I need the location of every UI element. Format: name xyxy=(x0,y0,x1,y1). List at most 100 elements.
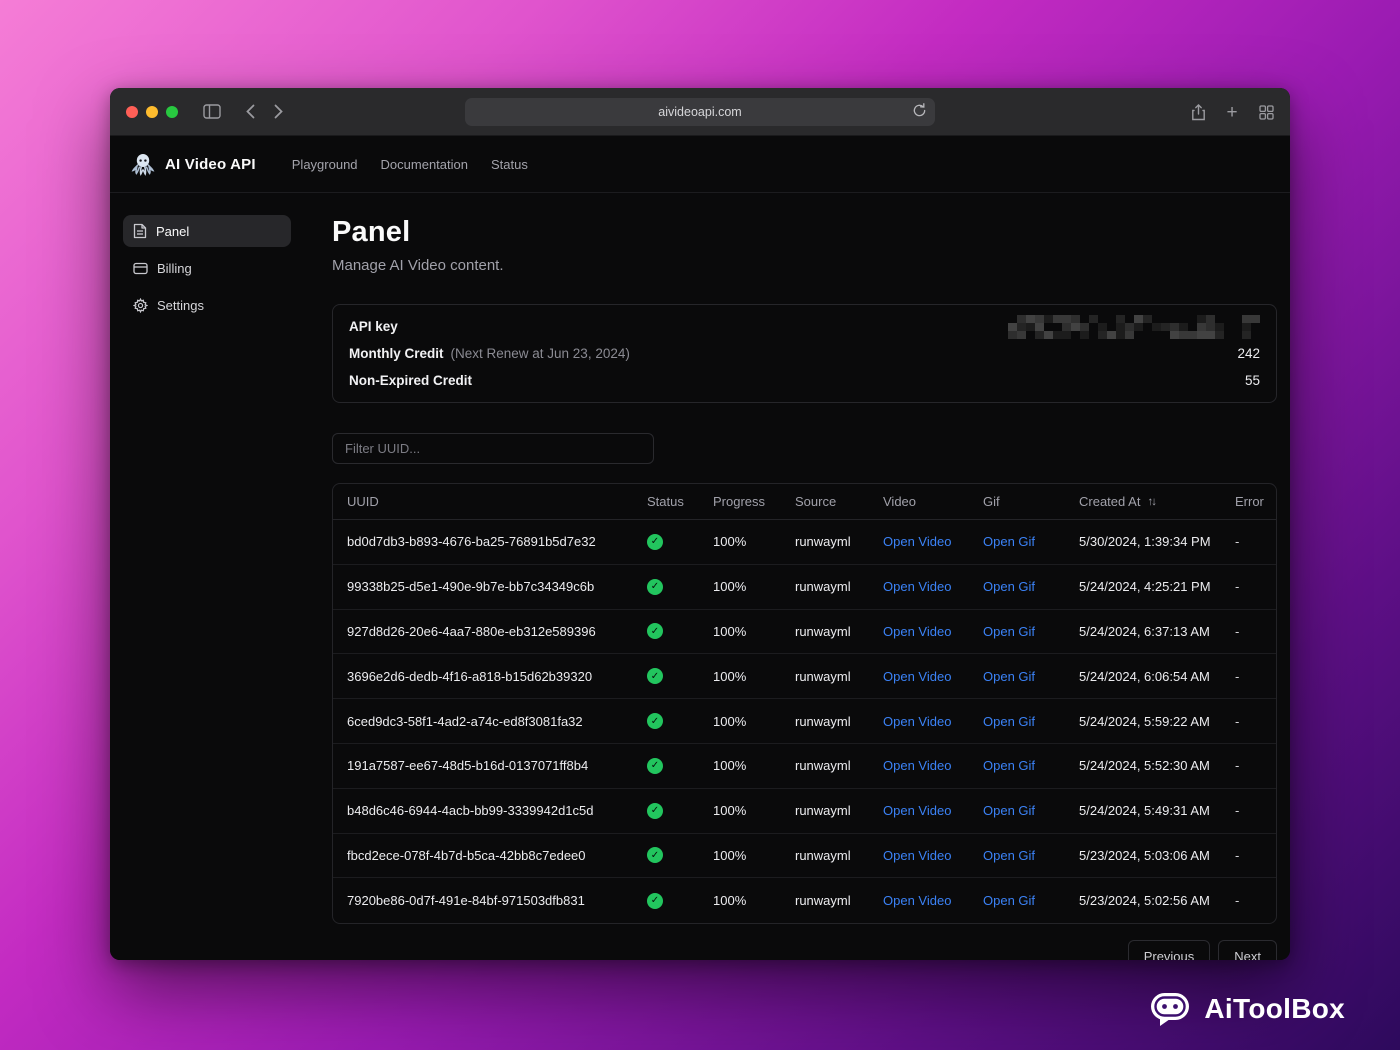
cell-uuid: b48d6c46-6944-4acb-bb99-3339942d1c5d xyxy=(347,803,594,819)
previous-page-button[interactable]: Previous xyxy=(1127,940,1211,960)
open-gif-link[interactable]: Open Gif xyxy=(983,579,1035,594)
cell-source: runwayml xyxy=(795,847,851,863)
cell-video: Open Video xyxy=(869,758,969,773)
cell-status: ✓ xyxy=(633,892,699,909)
share-icon[interactable] xyxy=(1184,98,1212,126)
cell-progress: 100% xyxy=(713,668,747,684)
sidebar: Panel Billing Settings xyxy=(110,193,332,960)
cell-progress: 100% xyxy=(713,534,747,550)
open-video-link[interactable]: Open Video xyxy=(883,534,951,549)
non-expired-credit-row: Non-Expired Credit 55 xyxy=(349,371,1260,390)
table-row: 99338b25-d5e1-490e-9b7e-bb7c34349c6b ✓ 1… xyxy=(333,565,1276,610)
nav-playground[interactable]: Playground xyxy=(292,157,358,172)
open-gif-link[interactable]: Open Gif xyxy=(983,758,1035,773)
col-header-gif: Gif xyxy=(983,494,1000,509)
success-check-icon: ✓ xyxy=(647,713,663,730)
api-key-row: API key xyxy=(349,314,1260,339)
non-expired-credit-label: Non-Expired Credit xyxy=(349,373,473,388)
col-header-uuid: UUID xyxy=(347,494,379,509)
cell-video: Open Video xyxy=(869,803,969,818)
cell-status: ✓ xyxy=(633,802,699,819)
cell-gif: Open Gif xyxy=(969,534,1065,549)
new-tab-icon[interactable]: + xyxy=(1218,98,1246,126)
page-subtitle: Manage AI Video content. xyxy=(332,257,504,274)
tab-overview-icon[interactable] xyxy=(1252,98,1280,126)
close-window-button[interactable] xyxy=(126,105,138,118)
cell-uuid: 3696e2d6-dedb-4f16-a818-b15d62b39320 xyxy=(347,668,593,684)
cell-created-at: 5/23/2024, 5:02:56 AM xyxy=(1079,893,1210,909)
cell-created-at: 5/30/2024, 1:39:34 PM xyxy=(1079,534,1211,550)
table-row: bd0d7db3-b893-4676-ba25-76891b5d7e32 ✓ 1… xyxy=(333,520,1276,565)
open-video-link[interactable]: Open Video xyxy=(883,803,951,818)
cell-gif: Open Gif xyxy=(969,579,1065,594)
table-row: 7920be86-0d7f-491e-84bf-971503dfb831 ✓ 1… xyxy=(333,878,1276,923)
credits-card: API key Monthly Credit (Next Renew at Ju… xyxy=(332,304,1277,403)
nav-documentation[interactable]: Documentation xyxy=(381,157,468,172)
nav-status[interactable]: Status xyxy=(491,157,528,172)
table-row: b48d6c46-6944-4acb-bb99-3339942d1c5d ✓ 1… xyxy=(333,789,1276,834)
cell-status: ✓ xyxy=(633,668,699,685)
cell-created-at: 5/24/2024, 6:06:54 AM xyxy=(1079,668,1210,684)
cell-status: ✓ xyxy=(633,578,699,595)
cell-gif: Open Gif xyxy=(969,624,1065,639)
open-gif-link[interactable]: Open Gif xyxy=(983,534,1035,549)
open-gif-link[interactable]: Open Gif xyxy=(983,624,1035,639)
robot-chat-icon xyxy=(1149,991,1191,1027)
sidebar-item-label: Panel xyxy=(156,223,190,239)
cell-status: ✓ xyxy=(633,623,699,640)
sort-icon[interactable]: ↑↓ xyxy=(1147,496,1156,508)
cell-created-at: 5/24/2024, 5:49:31 AM xyxy=(1079,803,1210,819)
open-video-link[interactable]: Open Video xyxy=(883,758,951,773)
filter-uuid-input[interactable] xyxy=(332,433,654,464)
api-key-redacted xyxy=(1008,314,1260,339)
cell-source: runwayml xyxy=(795,623,851,639)
browser-window: aivideoapi.com + AI Video API Playground… xyxy=(110,88,1290,960)
credit-card-icon xyxy=(133,262,148,275)
minimize-window-button[interactable] xyxy=(146,105,158,118)
cell-status: ✓ xyxy=(633,713,699,730)
cell-source: runwayml xyxy=(795,758,851,774)
octopus-logo-icon xyxy=(130,151,156,177)
open-gif-link[interactable]: Open Gif xyxy=(983,714,1035,729)
brand[interactable]: AI Video API xyxy=(130,151,256,177)
col-header-error: Error xyxy=(1235,494,1264,509)
cell-gif: Open Gif xyxy=(969,669,1065,684)
browser-toolbar: aivideoapi.com + xyxy=(110,88,1290,136)
open-video-link[interactable]: Open Video xyxy=(883,669,951,684)
sidebar-item-panel[interactable]: Panel xyxy=(123,215,291,247)
cell-progress: 100% xyxy=(713,893,747,909)
zoom-window-button[interactable] xyxy=(166,105,178,118)
cell-video: Open Video xyxy=(869,624,969,639)
back-button-icon[interactable] xyxy=(236,98,264,126)
open-gif-link[interactable]: Open Gif xyxy=(983,848,1035,863)
open-video-link[interactable]: Open Video xyxy=(883,624,951,639)
cell-source: runwayml xyxy=(795,668,851,684)
open-video-link[interactable]: Open Video xyxy=(883,579,951,594)
cell-created-at: 5/24/2024, 6:37:13 AM xyxy=(1079,623,1210,639)
success-check-icon: ✓ xyxy=(647,847,663,864)
watermark: AiToolBox xyxy=(1149,991,1345,1027)
sidebar-item-billing[interactable]: Billing xyxy=(123,252,291,284)
reload-icon[interactable] xyxy=(912,103,927,121)
sidebar-toggle-icon[interactable] xyxy=(198,98,226,126)
cell-video: Open Video xyxy=(869,714,969,729)
forward-button-icon[interactable] xyxy=(264,98,292,126)
sidebar-item-settings[interactable]: Settings xyxy=(123,289,291,321)
cell-gif: Open Gif xyxy=(969,803,1065,818)
address-bar[interactable]: aivideoapi.com xyxy=(465,98,935,126)
open-video-link[interactable]: Open Video xyxy=(883,848,951,863)
open-gif-link[interactable]: Open Gif xyxy=(983,669,1035,684)
col-header-created-at: Created At ↑↓ xyxy=(1079,494,1157,509)
sidebar-item-label: Settings xyxy=(157,297,204,313)
cell-source: runwayml xyxy=(795,534,851,550)
table-row: 191a7587-ee67-48d5-b16d-0137071ff8b4 ✓ 1… xyxy=(333,744,1276,789)
open-gif-link[interactable]: Open Gif xyxy=(983,893,1035,908)
open-gif-link[interactable]: Open Gif xyxy=(983,803,1035,818)
cell-progress: 100% xyxy=(713,803,747,819)
open-video-link[interactable]: Open Video xyxy=(883,714,951,729)
app-page: AI Video API Playground Documentation St… xyxy=(110,136,1290,960)
cell-source: runwayml xyxy=(795,579,851,595)
next-page-button[interactable]: Next xyxy=(1218,940,1277,960)
cell-progress: 100% xyxy=(713,579,747,595)
open-video-link[interactable]: Open Video xyxy=(883,893,951,908)
